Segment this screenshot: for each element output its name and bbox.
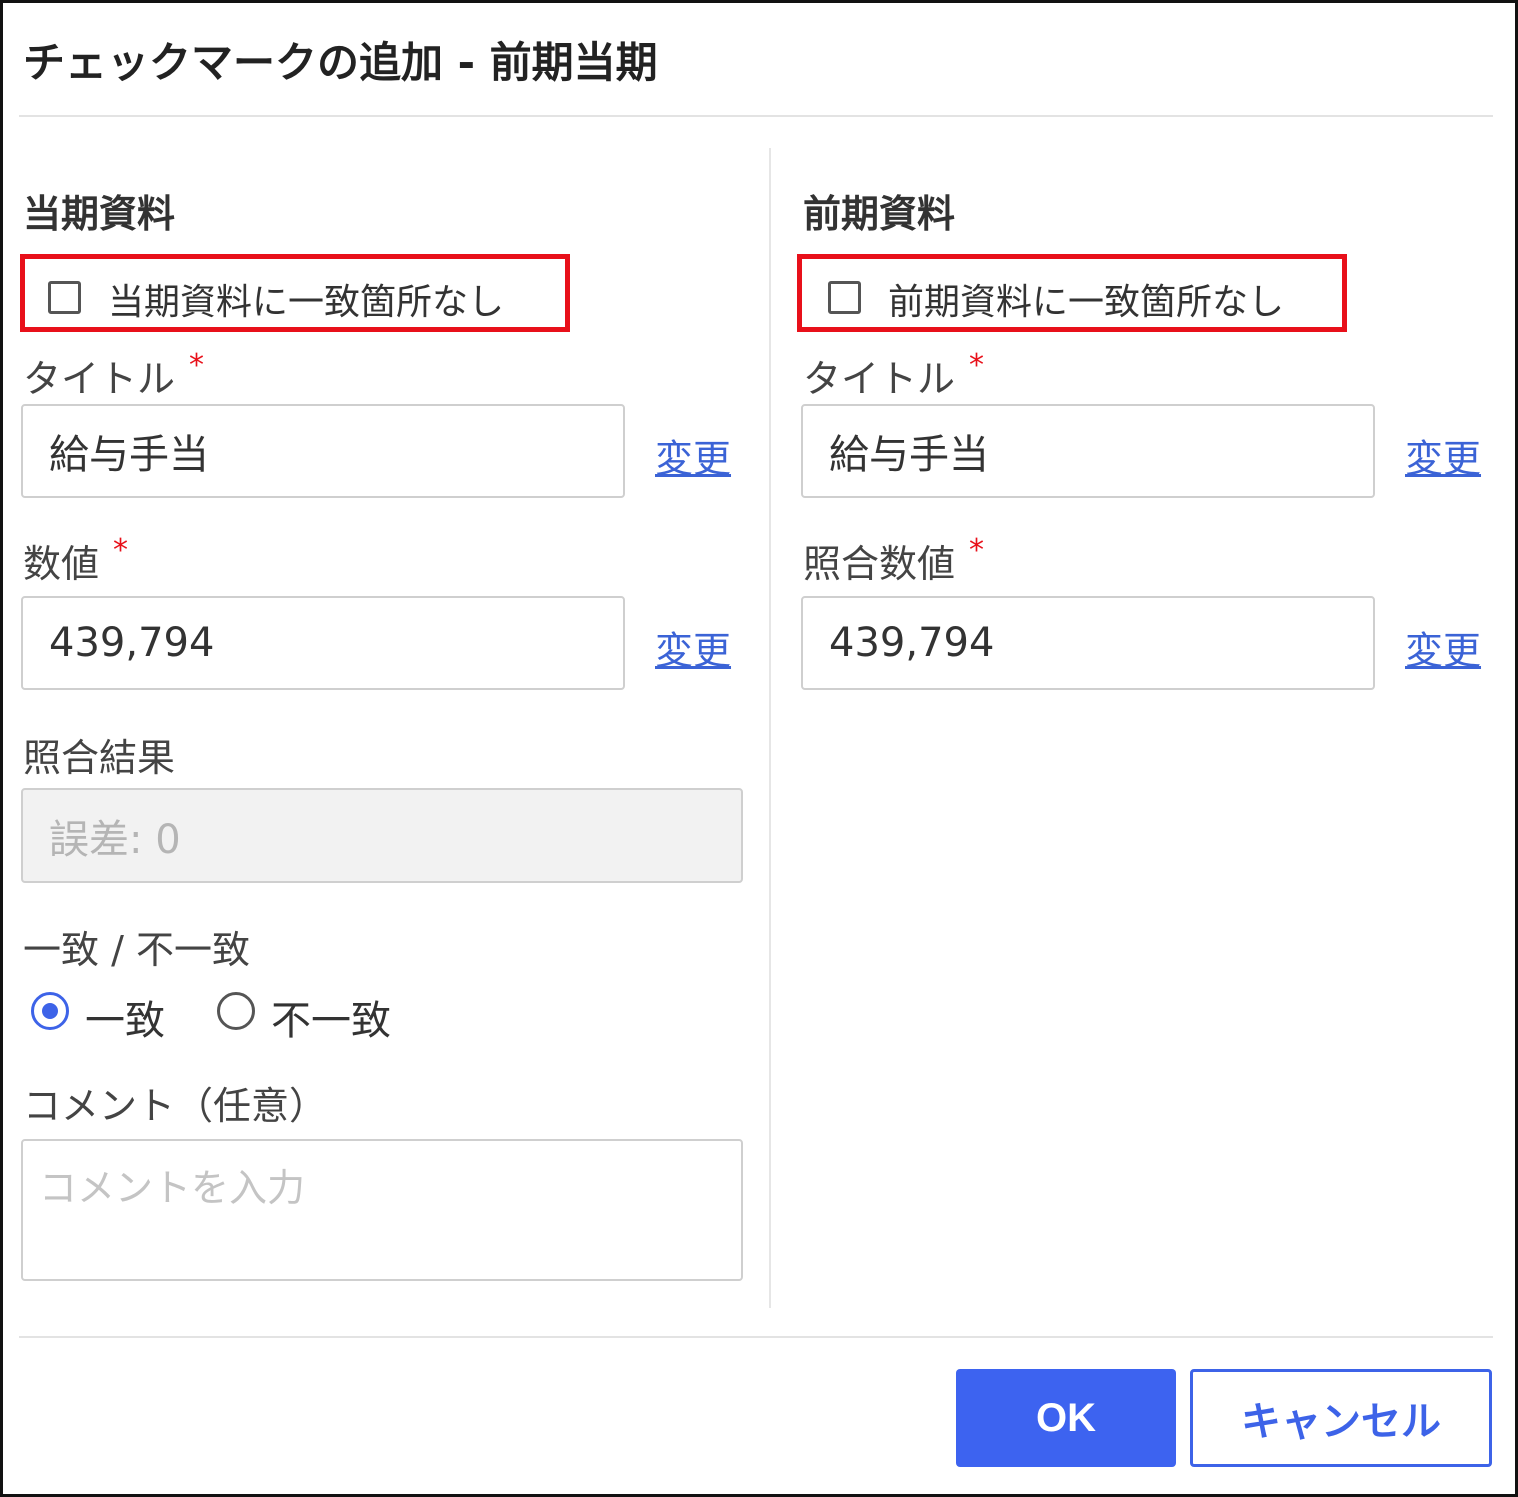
mismatch-radio-label: 不一致 [271, 998, 391, 1044]
previous-section-title: 前期資料 [803, 192, 956, 236]
previous-no-match-checkbox[interactable] [828, 281, 861, 314]
match-radio[interactable] [31, 992, 69, 1030]
previous-value-label: 照合数値 * [803, 533, 985, 586]
mismatch-radio[interactable] [217, 992, 255, 1030]
previous-title-label: タイトル * [803, 348, 985, 401]
ok-button[interactable]: OK [956, 1369, 1176, 1467]
column-divider [769, 148, 771, 1308]
required-mark: * [189, 348, 205, 383]
result-field: 誤差: 0 [21, 788, 743, 883]
current-title-label: タイトル * [23, 348, 205, 401]
header-divider [19, 115, 1493, 117]
previous-value-change-link[interactable]: 変更 [1405, 620, 1481, 675]
previous-title-input[interactable]: 給与手当 [801, 404, 1375, 498]
previous-no-match-highlight: 前期資料に一致箇所なし [797, 254, 1347, 332]
match-label: 一致 / 不一致 [23, 928, 250, 972]
required-mark: * [969, 348, 985, 383]
comment-textarea[interactable]: コメントを入力 [21, 1139, 743, 1281]
result-label: 照合結果 [23, 736, 176, 780]
match-radio-label: 一致 [85, 998, 165, 1044]
current-value-change-link[interactable]: 変更 [655, 620, 731, 675]
current-title-input[interactable]: 給与手当 [21, 404, 625, 498]
check-mark-dialog: チェックマークの追加 - 前期当期 当期資料 当期資料に一致箇所なし タイトル *… [0, 0, 1518, 1497]
current-no-match-label: 当期資料に一致箇所なし [108, 282, 505, 323]
current-title-change-link[interactable]: 変更 [655, 428, 731, 483]
current-no-match-highlight: 当期資料に一致箇所なし [20, 254, 570, 332]
previous-value-input[interactable]: 439,794 [801, 596, 1375, 690]
required-mark: * [113, 533, 129, 568]
current-section-title: 当期資料 [23, 192, 176, 236]
comment-label: コメント（任意） [23, 1084, 328, 1128]
current-value-label: 数値 * [23, 533, 129, 586]
previous-title-change-link[interactable]: 変更 [1405, 428, 1481, 483]
footer-divider [19, 1336, 1493, 1338]
current-no-match-checkbox[interactable] [48, 281, 81, 314]
required-mark: * [969, 533, 985, 568]
cancel-button[interactable]: キャンセル [1190, 1369, 1492, 1467]
current-value-input[interactable]: 439,794 [21, 596, 625, 690]
dialog-title: チェックマークの追加 - 前期当期 [23, 38, 658, 87]
previous-no-match-label: 前期資料に一致箇所なし [888, 282, 1285, 323]
